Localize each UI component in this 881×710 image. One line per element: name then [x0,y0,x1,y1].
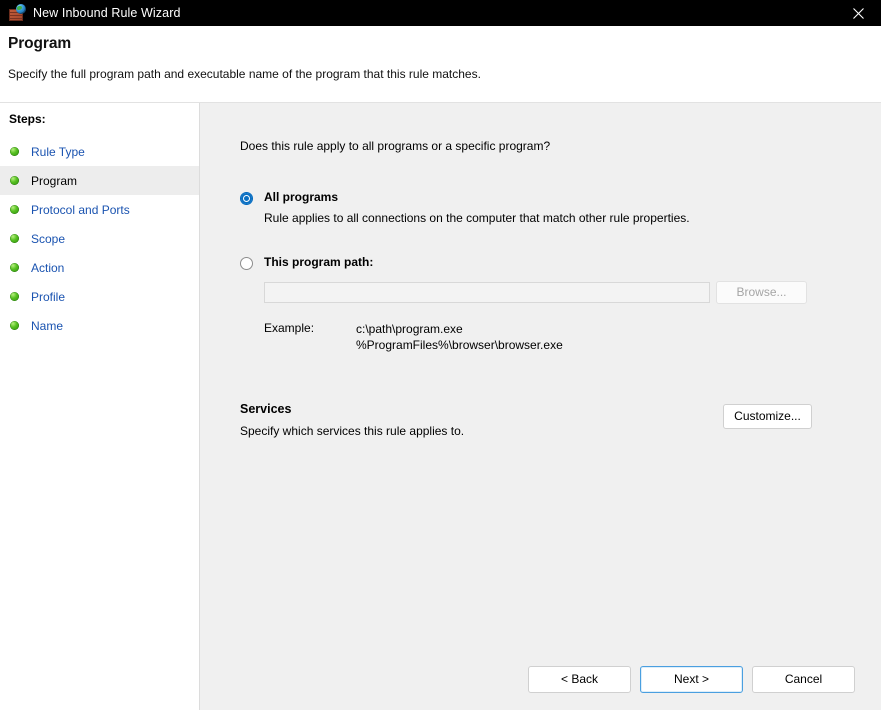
step-bullet-icon [10,292,19,301]
example-value-2: %ProgramFiles%\browser\browser.exe [356,338,563,352]
example-label: Example: [264,321,315,335]
step-bullet-icon [10,147,19,156]
services-section: Services Specify which services this rul… [240,402,812,438]
step-bullet-icon [10,176,19,185]
step-bullet-icon [10,234,19,243]
example-block: Example: c:\path\program.exe %ProgramFil… [264,321,881,353]
steps-sidebar: Steps: Rule Type Program Protocol and Po… [0,103,200,710]
sidebar-item-label: Action [31,260,65,275]
close-icon[interactable] [835,0,881,26]
sidebar-item-action[interactable]: Action [0,253,199,282]
title-bar: New Inbound Rule Wizard [0,0,881,26]
page-header: Program Specify the full program path an… [0,26,881,103]
step-bullet-icon [10,321,19,330]
question-text: Does this rule apply to all programs or … [240,139,551,153]
radio-all-programs-indicator[interactable] [240,192,253,205]
page-subtitle: Specify the full program path and execut… [8,67,481,81]
customize-button[interactable]: Customize... [723,404,812,429]
next-button[interactable]: Next > [640,666,743,693]
sidebar-item-profile[interactable]: Profile [0,282,199,311]
radio-all-programs[interactable]: All programs [240,190,881,205]
main-panel: Does this rule apply to all programs or … [200,103,881,710]
wizard-body: Steps: Rule Type Program Protocol and Po… [0,103,881,710]
sidebar-item-label: Rule Type [31,144,85,159]
sidebar-item-label: Name [31,318,64,333]
sidebar-item-program[interactable]: Program [0,166,199,195]
sidebar-item-scope[interactable]: Scope [0,224,199,253]
browse-button[interactable]: Browse... [716,281,807,304]
step-bullet-icon [10,263,19,272]
radio-this-program-path[interactable]: This program path: [240,255,881,270]
sidebar-item-protocol-and-ports[interactable]: Protocol and Ports [0,195,199,224]
radio-all-programs-label: All programs [264,190,339,204]
program-path-input[interactable] [264,282,710,303]
sidebar-item-name[interactable]: Name [0,311,199,340]
window-title: New Inbound Rule Wizard [33,6,181,20]
services-title: Services [240,402,292,416]
step-bullet-icon [10,205,19,214]
sidebar-item-rule-type[interactable]: Rule Type [0,137,199,166]
back-button[interactable]: < Back [528,666,631,693]
radio-this-program-path-indicator[interactable] [240,257,253,270]
all-programs-description: Rule applies to all connections on the c… [264,211,690,225]
wizard-footer: < Back Next > Cancel [528,666,855,693]
firewall-brickwall-globe-icon [9,4,26,21]
radio-this-program-path-label: This program path: [264,255,374,269]
sidebar-item-label: Protocol and Ports [31,202,130,217]
sidebar-item-label: Scope [31,231,66,246]
cancel-button[interactable]: Cancel [752,666,855,693]
example-value-1: c:\path\program.exe [356,322,463,336]
steps-heading: Steps: [9,112,46,126]
sidebar-item-label: Program [31,173,78,188]
sidebar-item-label: Profile [31,289,66,304]
services-description: Specify which services this rule applies… [240,424,465,438]
wizard-window: New Inbound Rule Wizard Program Specify … [0,0,881,710]
page-title: Program [8,35,72,52]
